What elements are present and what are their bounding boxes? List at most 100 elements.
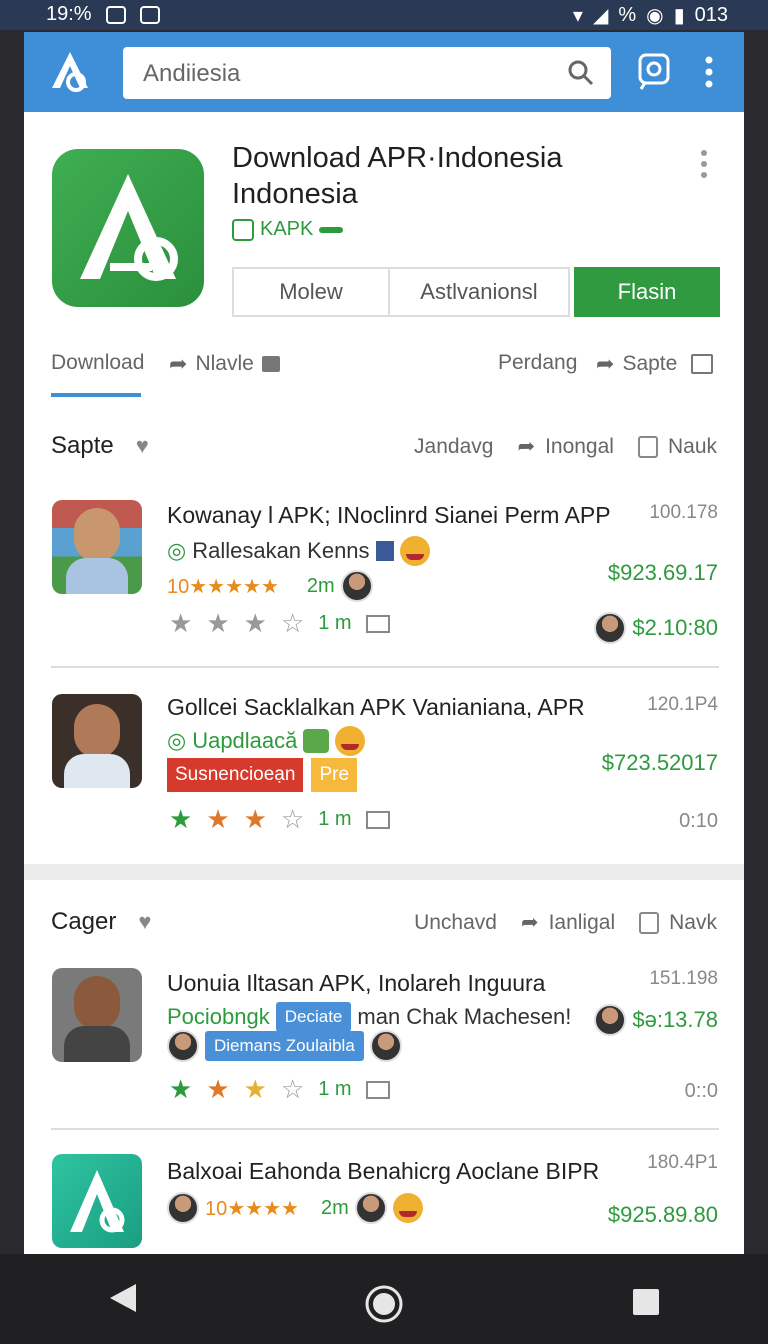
tab-download-label: Download (51, 351, 145, 374)
decrease-badge[interactable]: Deciate (275, 1002, 352, 1032)
status-time: 19:% (46, 3, 92, 25)
status-percent: % (618, 4, 637, 26)
signal-icon: ◢ (592, 5, 609, 27)
tooltip: Diemans Zoulaibla (205, 1031, 364, 1061)
app-logo-icon[interactable] (46, 48, 94, 96)
star-icon: ★ (206, 1074, 230, 1104)
tab-pending-label: Perdang (498, 351, 578, 374)
tag-pill (319, 226, 344, 233)
mail-icon[interactable] (365, 1080, 390, 1099)
section-actions: Jandavg ➦ Inongal Nauk (414, 434, 717, 459)
battery-icon: ▮ (673, 5, 685, 27)
decrease-badge-label: Deciate (284, 1007, 343, 1026)
section-title: Cager (51, 908, 117, 935)
item-subtitle-text: Uapdlaacă (192, 728, 298, 753)
avatar (52, 500, 142, 594)
mail-icon[interactable] (365, 810, 390, 829)
mini-avatar (167, 1192, 199, 1224)
item-subtitle: ◎ Rallesakan Kenns (167, 536, 430, 566)
app-title: Download APR·Indonesia Indonesia (232, 142, 563, 210)
item-price-row: $ə:13.78 (594, 1004, 718, 1036)
time-text: 2m (320, 1196, 349, 1219)
item-title: Uonuia Iltasan APK, Inolareh Inguura (167, 970, 546, 996)
app-tag-label: KAPK (260, 218, 314, 240)
tab-save[interactable]: ➦ Sapte (596, 351, 714, 377)
app-bar: Andiiesia (24, 32, 744, 112)
stars-time: 1 m (318, 1078, 352, 1100)
section-action-3[interactable]: Navk (669, 911, 717, 935)
star-outline-icon: ☆ (280, 1074, 305, 1104)
tab-save-label: Sapte (622, 352, 678, 375)
calendar-icon (139, 5, 160, 24)
apk-icon (232, 218, 254, 241)
star-icon: ★ (169, 608, 193, 638)
app-tag: KAPK (232, 218, 344, 241)
stars-time: 1 m (318, 612, 352, 634)
mini-avatar (594, 1004, 627, 1036)
camera-search-icon[interactable] (637, 52, 671, 90)
tabs-row: Download ➦ Nlavle Perdang ➦ Sapte (24, 337, 744, 397)
app-icon (52, 1154, 142, 1248)
back-icon[interactable] (108, 1282, 138, 1314)
heart-icon[interactable]: ♥ (136, 433, 149, 459)
rating-text: 10★★★★★ (167, 575, 279, 598)
star-row[interactable]: ★ ★ ★ ☆ 1 m (169, 1074, 390, 1105)
star-row[interactable]: ★ ★ ★ ☆ 1 m (169, 608, 390, 639)
home-icon[interactable] (364, 1284, 404, 1324)
section-header: Cager ♥ (51, 908, 151, 936)
search-input[interactable]: Andiiesia (143, 60, 240, 88)
item-price-2-row: $2.10:80 (594, 612, 718, 644)
action-buttons: Molew Astlvanionsl Flasin (232, 267, 720, 317)
section-card-2: Cager ♥ Unchavd ➦ Ianligal Navk Uonuia I… (24, 880, 744, 1254)
item-right-bottom: 0:10 (679, 810, 718, 832)
section-header: Sapte ♥ (51, 432, 149, 460)
share-arrow-icon: ➦ (520, 911, 539, 934)
bag-icon (639, 911, 660, 934)
tab-share[interactable]: ➦ Nlavle (169, 351, 280, 377)
overflow-menu-icon[interactable] (704, 52, 714, 90)
item-price-2: $2.10:80 (632, 615, 718, 640)
star-icon: ★ (243, 804, 267, 834)
item-rating-row: 10★★★★★ 2m (167, 570, 373, 602)
section-action-3[interactable]: Nauk (668, 435, 717, 459)
astlvanionsl-button[interactable]: Astlvanionsl (390, 267, 570, 317)
refresh-icon: ◎ (167, 538, 187, 563)
more-options-icon[interactable] (701, 150, 709, 183)
avatar (52, 968, 142, 1062)
section-action-2[interactable]: Ianligal (549, 911, 616, 935)
mail-icon[interactable] (365, 614, 390, 633)
star-icon: ★ (206, 608, 230, 638)
tab-pending[interactable]: Perdang (498, 351, 577, 375)
star-row[interactable]: ★ ★ ★ ☆ 1 m (169, 804, 390, 835)
emoji-icon (392, 1193, 423, 1223)
divider (51, 1128, 719, 1130)
wifi-icon: ▾ (572, 5, 583, 27)
item-version: 120.1P4 (647, 694, 718, 715)
mini-avatar (167, 1030, 199, 1062)
item-version: 151.198 (649, 968, 718, 989)
section-actions: Unchavd ➦ Ianligal Navk (414, 910, 717, 935)
bag-icon (637, 435, 658, 458)
avatar (52, 694, 142, 788)
recents-icon[interactable] (632, 1288, 660, 1316)
section-action-2[interactable]: Inongal (545, 435, 614, 459)
search-icon[interactable] (567, 59, 595, 87)
install-button[interactable]: Flasin (574, 267, 720, 317)
search-bar[interactable]: Andiiesia (123, 47, 611, 99)
status-right-text: 013 (694, 4, 728, 26)
heart-icon[interactable]: ♥ (138, 909, 151, 935)
item-subtitle: Pociobngk Deciate man Chak Machesen! (167, 1002, 571, 1032)
item-price: $ə:13.78 (632, 1007, 718, 1032)
molew-button[interactable]: Molew (232, 267, 390, 317)
app-icon (52, 149, 204, 307)
section-action-1[interactable]: Unchavd (414, 911, 497, 935)
pre-badge: Pre (311, 758, 358, 792)
refresh-icon: ◎ (167, 728, 187, 753)
tab-indicator (51, 393, 141, 397)
star-outline-icon: ☆ (280, 608, 305, 638)
stars-time: 1 m (318, 808, 352, 830)
tab-download[interactable]: Download (51, 351, 144, 375)
star-icon: ★ (243, 1074, 267, 1104)
item-subtitle-green: Pociobngk (167, 1004, 270, 1029)
section-action-1[interactable]: Jandavg (414, 435, 493, 459)
